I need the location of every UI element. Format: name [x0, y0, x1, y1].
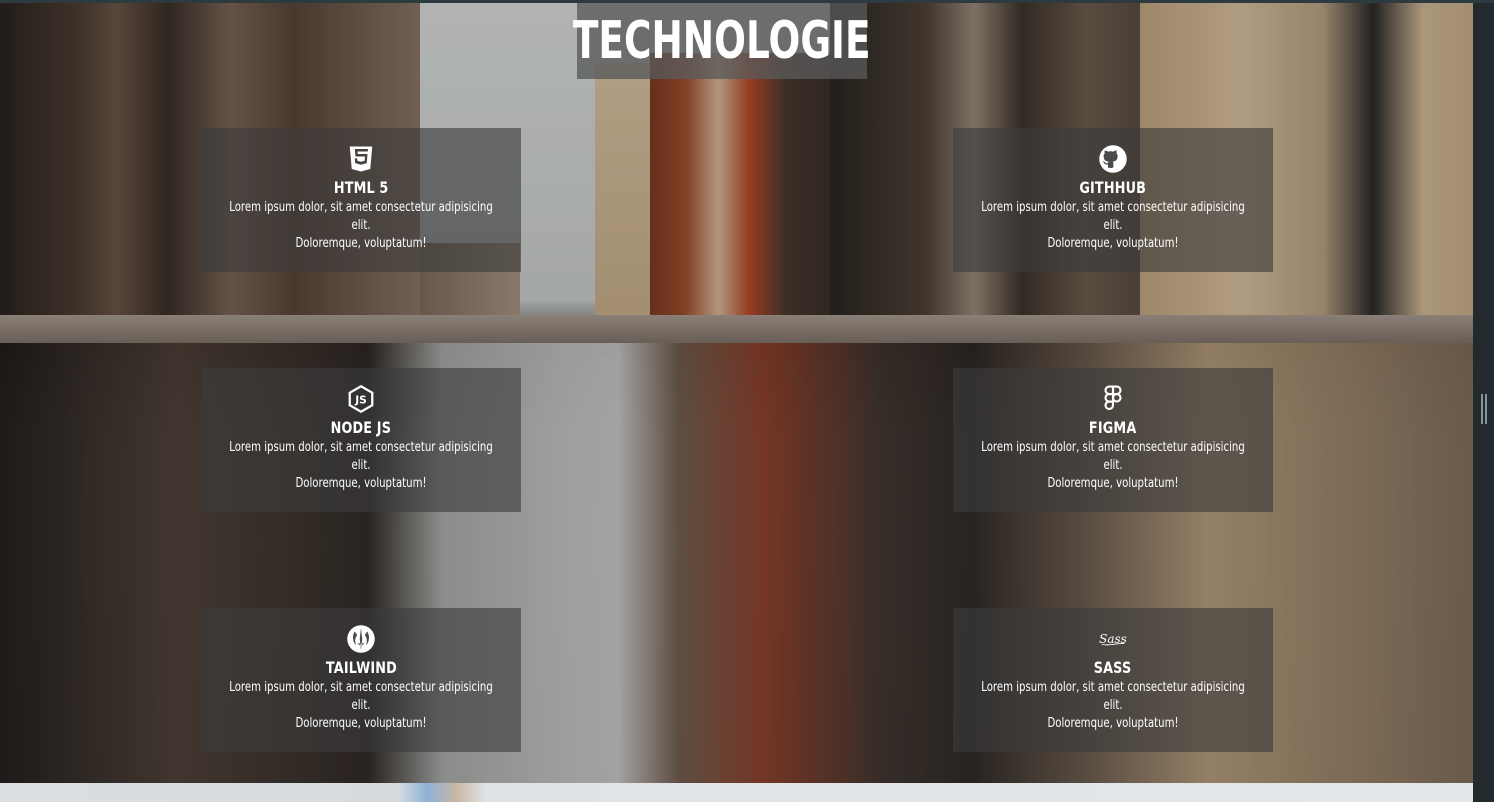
- tech-card-description: Lorem ipsum dolor, sit amet consectetur …: [973, 679, 1254, 733]
- description-line-1: Lorem ipsum dolor, sit amet consectetur …: [229, 440, 493, 473]
- html5-icon: [346, 144, 376, 174]
- description-line-2: Doloremque, voluptatum!: [1047, 476, 1179, 491]
- tech-card-description: Lorem ipsum dolor, sit amet consectetur …: [973, 439, 1254, 493]
- section-title-box: TECHNOLOGIE: [573, 3, 871, 79]
- github-icon: [1098, 144, 1128, 174]
- tech-card-name: HTML 5: [333, 178, 389, 197]
- technology-section: TECHNOLOGIE HTML 5 Lorem ipsum dolor, si…: [0, 3, 1473, 783]
- tech-card-nodejs: JS NODE JS Lorem ipsum dolor, sit amet c…: [201, 368, 521, 512]
- description-line-1: Lorem ipsum dolor, sit amet consectetur …: [229, 200, 493, 233]
- tech-card-description: Lorem ipsum dolor, sit amet consectetur …: [221, 679, 502, 733]
- tech-card-github: GITHHUB Lorem ipsum dolor, sit amet cons…: [953, 128, 1273, 272]
- description-line-1: Lorem ipsum dolor, sit amet consectetur …: [229, 680, 493, 713]
- nodejs-icon: JS: [346, 384, 376, 414]
- tech-card-name: TAILWIND: [325, 658, 397, 677]
- tech-card-description: Lorem ipsum dolor, sit amet consectetur …: [221, 439, 502, 493]
- description-line-1: Lorem ipsum dolor, sit amet consectetur …: [981, 440, 1245, 473]
- tech-card-tailwind: TAILWIND Lorem ipsum dolor, sit amet con…: [201, 608, 521, 752]
- sass-icon: Sass: [1098, 624, 1128, 654]
- tech-card-description: Lorem ipsum dolor, sit amet consectetur …: [973, 199, 1254, 253]
- svg-text:JS: JS: [354, 393, 367, 406]
- tech-card-description: Lorem ipsum dolor, sit amet consectetur …: [221, 199, 502, 253]
- scrollbar-grip[interactable]: [1481, 394, 1487, 424]
- description-line-1: Lorem ipsum dolor, sit amet consectetur …: [981, 200, 1245, 233]
- tech-card-name: GITHHUB: [1079, 178, 1147, 197]
- tech-card-name: SASS: [1094, 658, 1132, 677]
- description-line-2: Doloremque, voluptatum!: [1047, 716, 1179, 731]
- tech-card-sass: Sass SASS Lorem ipsum dolor, sit amet co…: [953, 608, 1273, 752]
- tech-card-name: NODE JS: [330, 418, 392, 437]
- jedi-order-icon: [346, 624, 376, 654]
- tech-card-html5: HTML 5 Lorem ipsum dolor, sit amet conse…: [201, 128, 521, 272]
- description-line-2: Doloremque, voluptatum!: [295, 236, 427, 251]
- description-line-2: Doloremque, voluptatum!: [295, 476, 427, 491]
- description-line-2: Doloremque, voluptatum!: [295, 716, 427, 731]
- tech-card-figma: FIGMA Lorem ipsum dolor, sit amet consec…: [953, 368, 1273, 512]
- description-line-2: Doloremque, voluptatum!: [1047, 236, 1179, 251]
- section-title: TECHNOLOGIE: [573, 11, 871, 71]
- figma-icon: [1098, 384, 1128, 414]
- next-section-preview: [0, 783, 1473, 802]
- description-line-1: Lorem ipsum dolor, sit amet consectetur …: [981, 680, 1245, 713]
- tech-card-name: FIGMA: [1089, 418, 1137, 437]
